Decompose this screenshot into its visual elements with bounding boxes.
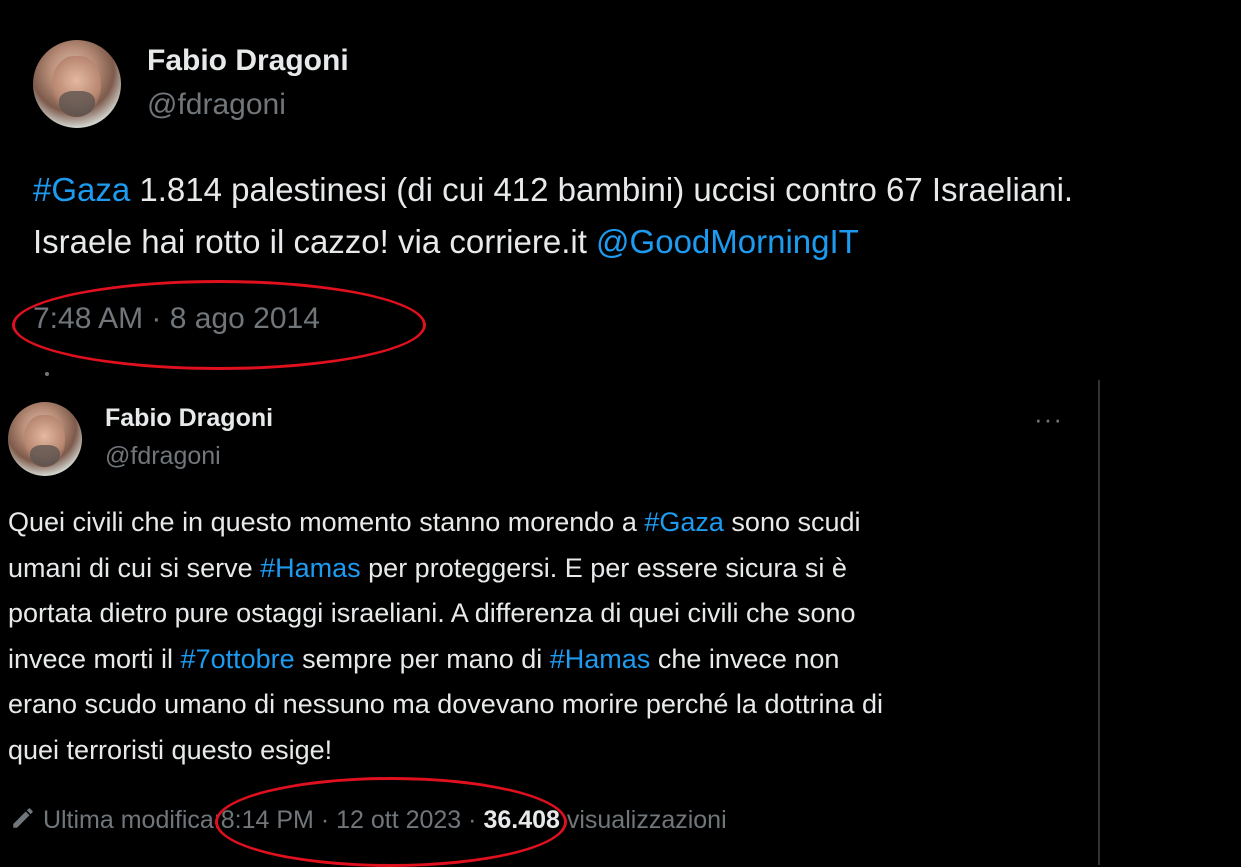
views-count: 36.408 (483, 806, 560, 835)
avatar-beard (30, 444, 60, 466)
column-divider (1098, 380, 1100, 865)
tweet-text-segment: 1.814 palestinesi (di cui 412 bambini) u… (130, 171, 1074, 208)
mention-link[interactable]: @GoodMorningIT (596, 223, 859, 260)
tweet-text-line-4: invece morti il #7ottobre sempre per man… (8, 637, 883, 683)
pencil-icon (10, 805, 36, 838)
tweet-meta-row: Ultima modifica:8:14 PM · 12 ott 2023 · … (10, 805, 727, 838)
tweet-text-segment: umani di cui si serve (8, 552, 261, 583)
tweet-text-segment: sempre per mano di (294, 643, 550, 674)
tweet-text-line-1: Quei civili che in questo momento stanno… (8, 500, 883, 546)
tweet-text-line-5: erano scudo umano di nessuno ma dovevano… (8, 689, 884, 719)
tweet-text-segment: che invece non (650, 643, 840, 674)
tweet-timestamp[interactable]: 7:48 AM · 8 ago 2014 (33, 302, 320, 336)
author-handle[interactable]: @fdragoni (147, 88, 286, 122)
hashtag-link[interactable]: #Gaza (33, 171, 130, 208)
author-name[interactable]: Fabio Dragoni (105, 404, 273, 433)
tweet-text-segment: per proteggersi. E per essere sicura si … (360, 552, 847, 583)
edit-label[interactable]: Ultima modifica: (43, 806, 221, 834)
tweet-text-line-3: portata dietro pure ostaggi israeliani. … (8, 598, 856, 628)
tweet-text-line-2: Israele hai rotto il cazzo! via corriere… (33, 216, 1073, 268)
hashtag-link[interactable]: #Hamas (260, 553, 361, 583)
hashtag-link[interactable]: #Hamas (550, 644, 651, 674)
tweet-card-2023: Fabio Dragoni @fdragoni ··· Quei civili … (0, 378, 1100, 867)
tweet-text: Quei civili che in questo momento stanno… (8, 500, 883, 773)
author-name[interactable]: Fabio Dragoni (147, 44, 349, 78)
avatar[interactable] (8, 402, 82, 476)
hashtag-link[interactable]: #7ottobre (181, 644, 295, 674)
author-handle[interactable]: @fdragoni (105, 442, 221, 471)
tweet-text-segment: Quei civili che in questo momento stanno… (8, 507, 645, 537)
tweet-card-2014: Fabio Dragoni @fdragoni #Gaza 1.814 pale… (0, 0, 1241, 378)
tweet-text: #Gaza 1.814 palestinesi (di cui 412 bamb… (33, 164, 1073, 268)
avatar[interactable] (33, 40, 121, 128)
tweet-text-segment: invece morti il (8, 643, 181, 674)
tweet-text-line-2: umani di cui si serve #Hamas per protegg… (8, 546, 883, 592)
tweet-timestamp[interactable]: 8:14 PM · 12 ott 2023 · (221, 806, 484, 834)
avatar-beard (59, 91, 95, 116)
thread-dot (45, 372, 49, 376)
tweet-text-line-6: quei terroristi questo esige! (8, 734, 333, 765)
views-label[interactable]: visualizzazioni (560, 806, 727, 834)
tweet-text-segment: Israele hai rotto il cazzo! via corriere… (33, 223, 597, 260)
hashtag-link[interactable]: #Gaza (644, 507, 724, 537)
tweet-text-line-1: #Gaza 1.814 palestinesi (di cui 412 bamb… (33, 164, 1073, 216)
more-options-icon[interactable]: ··· (1034, 406, 1063, 432)
tweet-text-segment: sono scudi (723, 507, 861, 537)
